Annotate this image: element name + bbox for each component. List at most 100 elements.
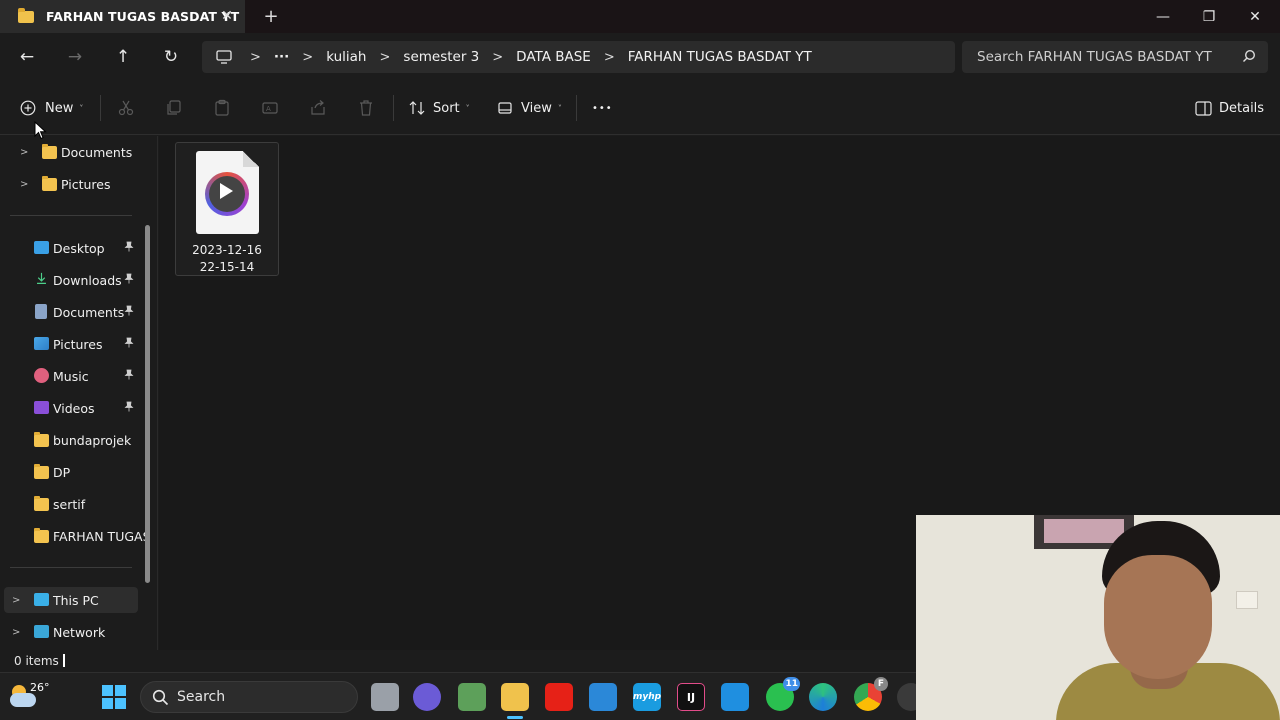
sidebar-item-label: Music xyxy=(53,368,89,384)
intellij-icon[interactable]: IJ xyxy=(677,683,705,711)
breadcrumb-separator: > xyxy=(379,49,391,65)
videos-icon xyxy=(34,401,49,414)
sidebar-item-bundaprojek[interactable]: bundaprojek xyxy=(0,427,140,453)
file-explorer-icon[interactable] xyxy=(501,683,529,719)
sidebar-item-label: sertif xyxy=(53,496,86,512)
breadcrumb-item-kuliah[interactable]: kuliah xyxy=(326,49,366,65)
desktop-icon xyxy=(34,241,49,254)
forward-button[interactable]: → xyxy=(63,45,87,69)
taskbar-search[interactable]: Search xyxy=(140,681,358,713)
vscode-icon[interactable] xyxy=(721,683,749,711)
more-options-button[interactable]: ••• xyxy=(592,95,613,121)
tab-title: FARHAN TUGAS BASDAT YT xyxy=(46,9,240,24)
expand-chevron-icon[interactable]: > xyxy=(20,147,28,158)
close-window-button[interactable]: ✕ xyxy=(1232,0,1278,33)
youtube-icon[interactable] xyxy=(545,683,573,711)
sidebar-item-network[interactable]: > Network xyxy=(0,619,140,645)
sidebar-item-label: FARHAN TUGAS xyxy=(53,528,151,544)
pin-icon[interactable] xyxy=(124,241,134,255)
sidebar-item-label: Downloads xyxy=(53,272,122,288)
new-tab-button[interactable]: + xyxy=(262,6,280,27)
back-button[interactable]: ← xyxy=(15,45,39,69)
monitor-icon xyxy=(216,50,232,64)
expand-chevron-icon[interactable]: > xyxy=(20,179,28,190)
paste-button[interactable] xyxy=(213,95,231,121)
notification-badge: 11 xyxy=(783,677,800,691)
start-button[interactable] xyxy=(102,685,126,709)
sidebar-item-sertif[interactable]: sertif xyxy=(0,491,140,517)
microsoft-store-icon[interactable] xyxy=(589,683,617,711)
pin-icon[interactable] xyxy=(124,273,134,287)
title-bar: FARHAN TUGAS BASDAT YT ✕ + — ❐ ✕ xyxy=(0,0,1280,33)
sidebar-item-farhan-tugas[interactable]: FARHAN TUGAS xyxy=(0,523,151,549)
folder-icon xyxy=(34,464,49,479)
folder-icon xyxy=(18,7,34,23)
cut-button[interactable] xyxy=(117,95,135,121)
sidebar-item-this-pc[interactable]: > This PC xyxy=(4,587,138,613)
sidebar-item-music[interactable]: Music xyxy=(0,363,140,389)
breadcrumb-item-current[interactable]: FARHAN TUGAS BASDAT YT xyxy=(628,49,812,65)
scissors-icon xyxy=(118,100,134,116)
file-item-video[interactable]: 2023-12-16 22-15-14 xyxy=(175,142,279,276)
restore-button[interactable]: ❐ xyxy=(1186,0,1232,33)
task-view-icon[interactable] xyxy=(371,683,399,711)
pin-icon[interactable] xyxy=(124,369,134,383)
music-icon xyxy=(34,368,49,383)
expand-chevron-icon[interactable]: > xyxy=(12,595,20,606)
delete-button[interactable] xyxy=(357,95,375,121)
breadcrumb[interactable]: > ··· > kuliah > semester 3 > DATA BASE … xyxy=(202,41,955,73)
view-button[interactable]: View ˅ xyxy=(497,95,562,121)
pin-icon[interactable] xyxy=(124,337,134,351)
chevron-down-icon: ˅ xyxy=(465,103,470,113)
divider xyxy=(393,95,394,121)
new-button[interactable]: New ˅ xyxy=(20,95,83,121)
sidebar-item-documents[interactable]: Documents xyxy=(0,299,140,325)
pictures-icon xyxy=(34,337,49,350)
refresh-button[interactable]: ↻ xyxy=(159,45,183,69)
search-input[interactable]: Search FARHAN TUGAS BASDAT YT xyxy=(962,41,1268,73)
breadcrumb-separator: > xyxy=(603,49,615,65)
expand-chevron-icon[interactable]: > xyxy=(12,627,20,638)
breadcrumb-separator: > xyxy=(302,49,314,65)
rename-button[interactable]: A xyxy=(261,95,279,121)
sidebar-divider xyxy=(10,215,132,216)
sort-button[interactable]: Sort ˅ xyxy=(409,95,470,121)
weather-widget[interactable]: 26° xyxy=(8,681,50,713)
sidebar-item-dp[interactable]: DP xyxy=(0,459,140,485)
sidebar-item-documents-tree[interactable]: > Documents xyxy=(0,139,140,165)
pin-icon[interactable] xyxy=(124,401,134,415)
sidebar-item-desktop[interactable]: Desktop xyxy=(0,235,140,261)
command-bar: New ˅ A Sort ˅ View ˅ ••• Details xyxy=(0,81,1280,135)
close-tab-icon[interactable]: ✕ xyxy=(219,8,235,24)
tab-active[interactable]: FARHAN TUGAS BASDAT YT ✕ xyxy=(0,0,245,33)
up-button[interactable]: ↑ xyxy=(111,45,135,69)
edge-icon[interactable] xyxy=(809,683,837,711)
copy-button[interactable] xyxy=(165,95,183,121)
chrome-icon[interactable]: F xyxy=(854,677,888,711)
sidebar-scrollbar[interactable] xyxy=(145,225,150,583)
folder-icon xyxy=(42,176,57,191)
minimize-button[interactable]: — xyxy=(1140,0,1186,33)
breadcrumb-item-semester[interactable]: semester 3 xyxy=(403,49,479,65)
sort-icon xyxy=(409,101,425,115)
app-icon[interactable] xyxy=(458,683,486,711)
myhp-icon[interactable]: myhp xyxy=(633,683,661,711)
breadcrumb-more[interactable]: ··· xyxy=(274,49,289,65)
details-label: Details xyxy=(1219,100,1265,116)
folder-icon xyxy=(34,432,49,447)
divider xyxy=(100,95,101,121)
mouse-cursor-icon xyxy=(34,121,47,140)
breadcrumb-item-database[interactable]: DATA BASE xyxy=(516,49,591,65)
chevron-down-icon: ˅ xyxy=(557,103,562,113)
details-button[interactable]: Details xyxy=(1195,95,1264,121)
whatsapp-icon[interactable]: 11 xyxy=(766,677,800,711)
pin-icon[interactable] xyxy=(124,305,134,319)
sidebar-item-downloads[interactable]: Downloads xyxy=(0,267,140,293)
sidebar-item-videos[interactable]: Videos xyxy=(0,395,140,421)
sidebar-item-pictures[interactable]: Pictures xyxy=(0,331,140,357)
folder-icon xyxy=(34,528,49,543)
temperature: 26° xyxy=(30,681,50,694)
sidebar-item-pictures-tree[interactable]: > Pictures xyxy=(0,171,140,197)
teams-icon[interactable] xyxy=(413,683,441,711)
share-button[interactable] xyxy=(309,95,327,121)
